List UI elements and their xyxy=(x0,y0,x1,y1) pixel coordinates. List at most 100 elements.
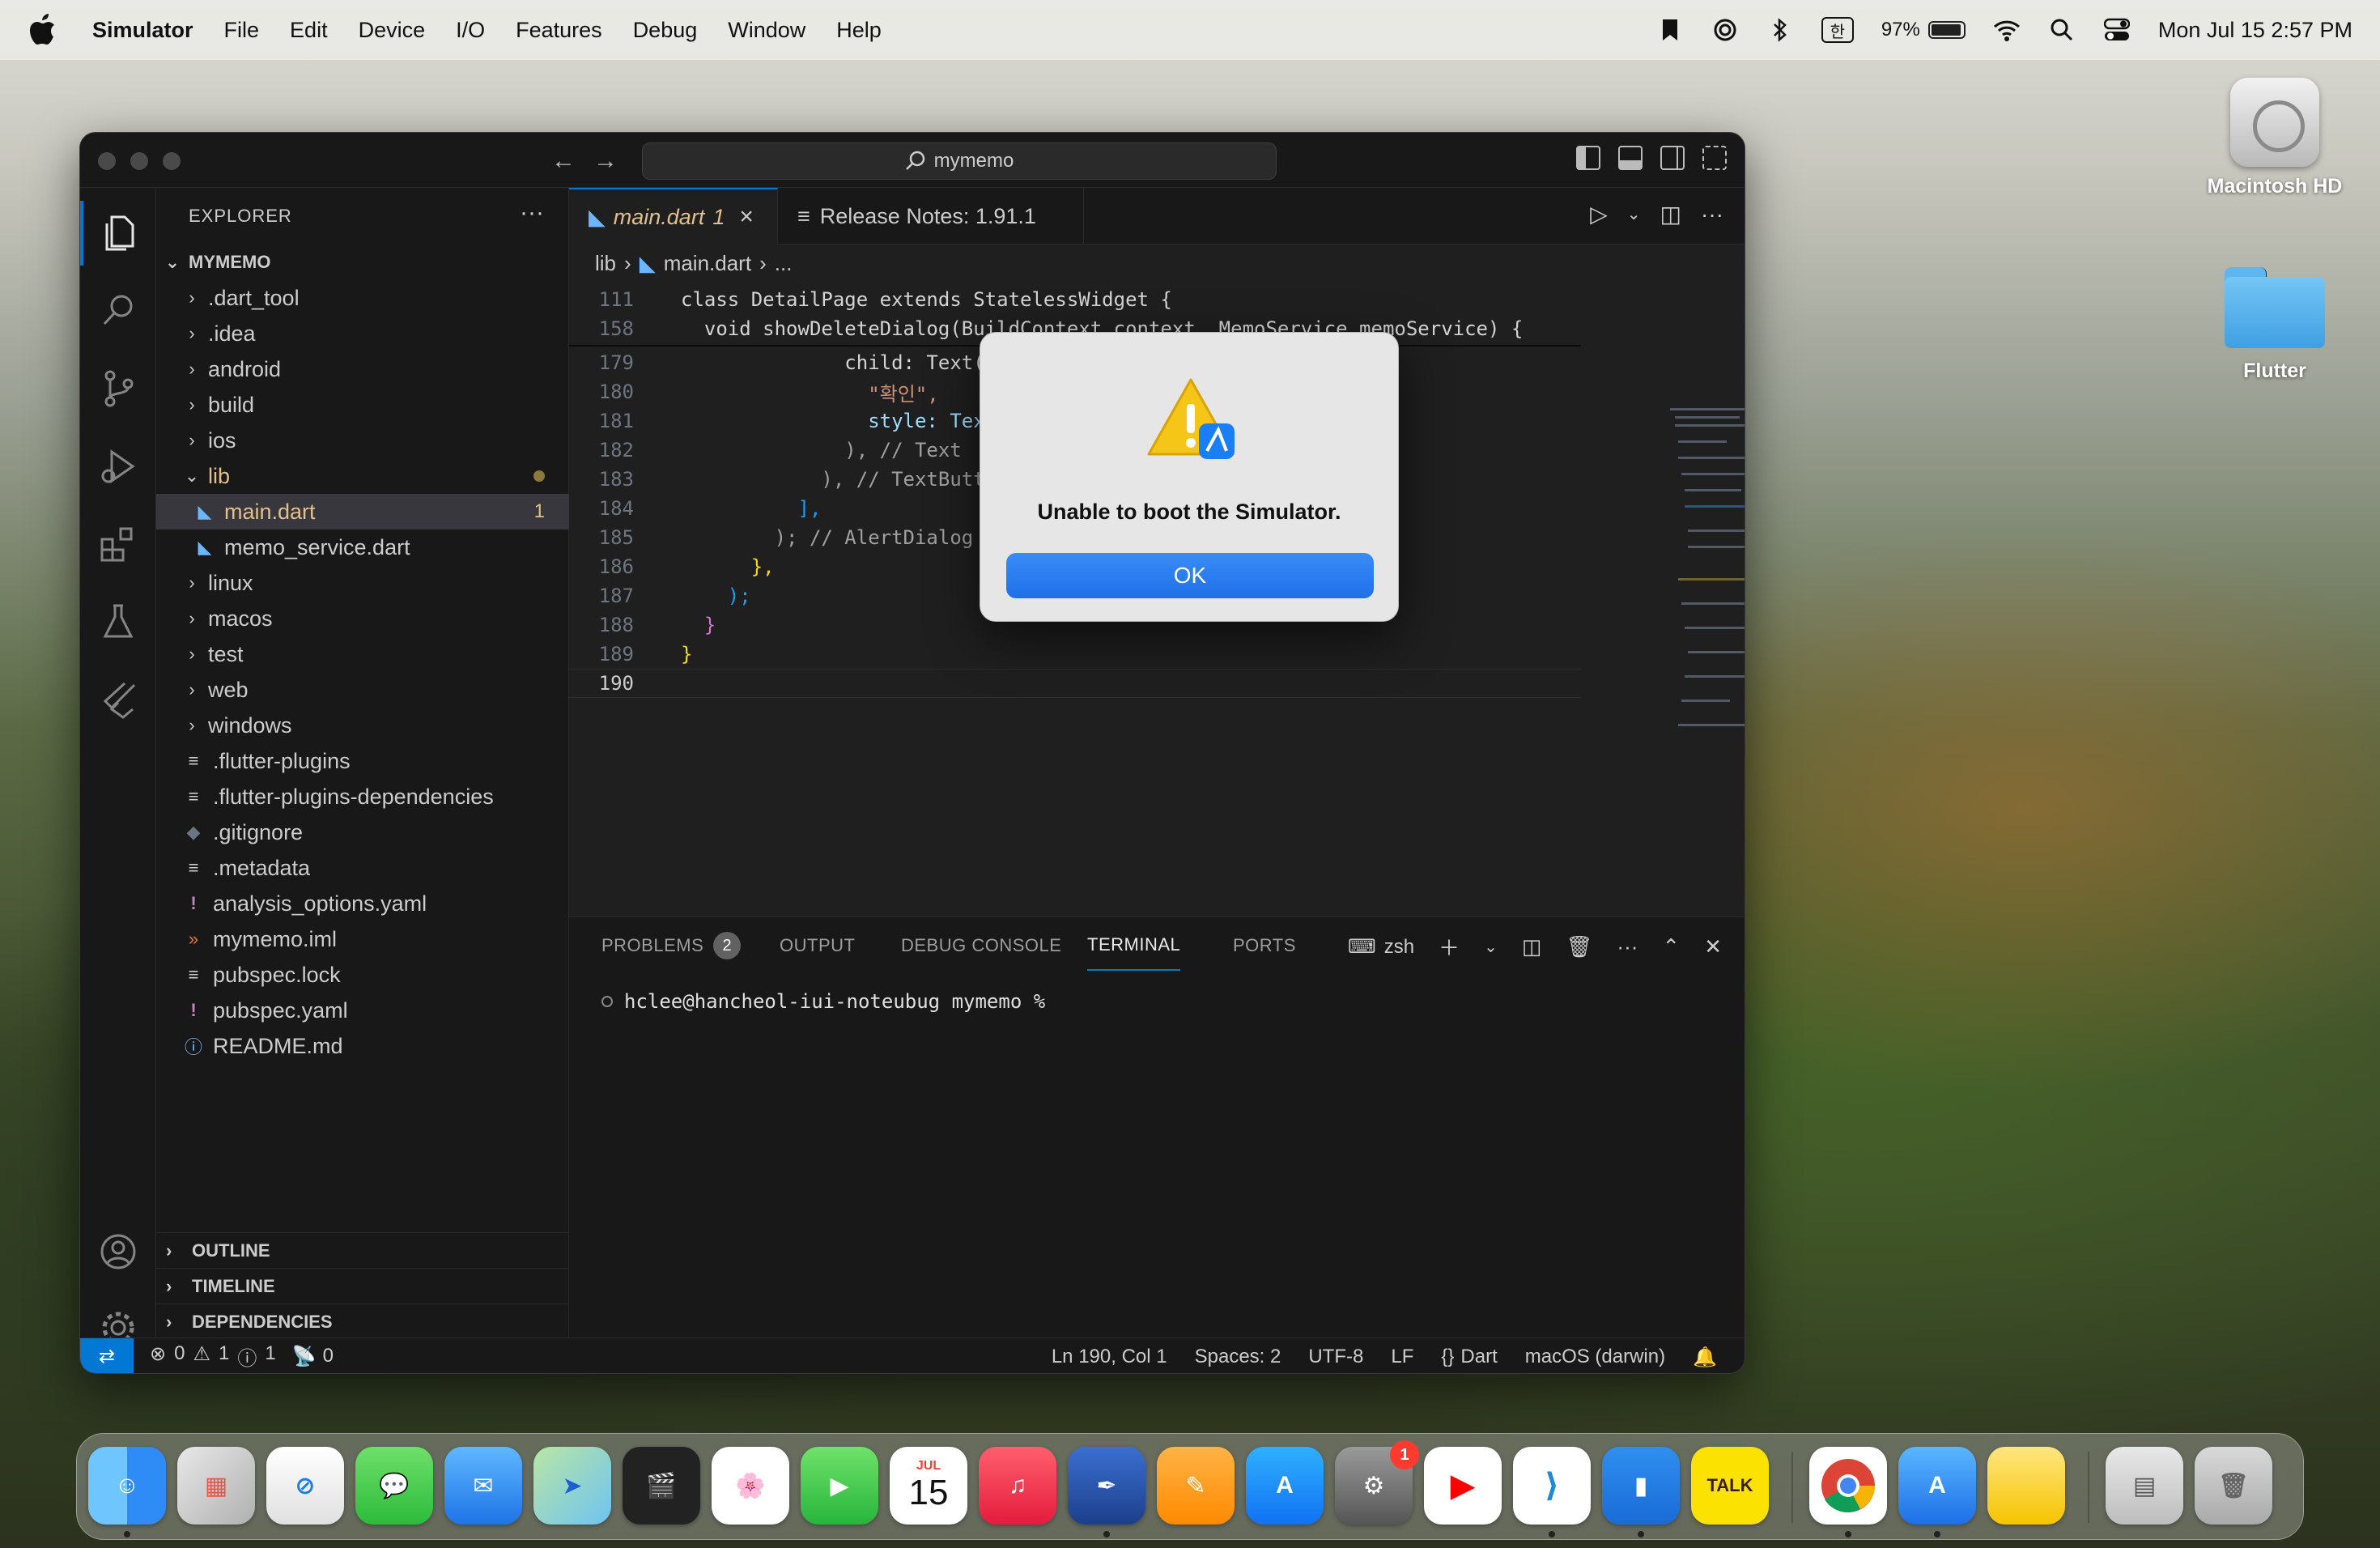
dock-safari-icon[interactable]: ⊘ xyxy=(266,1447,344,1525)
close-panel-icon[interactable]: ✕ xyxy=(1704,934,1722,959)
control-center-icon[interactable] xyxy=(2103,16,2131,44)
battery-indicator[interactable]: 97% xyxy=(1881,19,1966,41)
menu-file[interactable]: File xyxy=(224,18,260,43)
window-minimize-button[interactable] xyxy=(130,152,148,170)
dock-maps-icon[interactable]: ➤ xyxy=(533,1447,611,1525)
end-of-line[interactable]: LF xyxy=(1391,1346,1413,1368)
dock-facetime-icon[interactable]: ▶ xyxy=(801,1447,878,1525)
forward-arrow-icon[interactable]: → xyxy=(592,147,619,175)
dock-chrome-icon[interactable] xyxy=(1809,1447,1887,1525)
tree-item-main-dart[interactable]: ◣ main.dart 1 xyxy=(156,494,569,529)
toggle-secondary-sidebar-icon[interactable] xyxy=(1660,146,1685,170)
window-zoom-button[interactable] xyxy=(163,152,181,170)
menu-features[interactable]: Features xyxy=(516,18,602,43)
dock-youtube-icon[interactable]: ▶ xyxy=(1424,1447,1502,1525)
source-control-icon[interactable] xyxy=(80,356,156,421)
breadcrumb-folder[interactable]: lib xyxy=(595,251,616,276)
dock-music-icon[interactable]: ♫ xyxy=(979,1447,1056,1525)
encoding[interactable]: UTF-8 xyxy=(1308,1346,1363,1368)
panel-tab-problems[interactable]: PROBLEMS 2 xyxy=(601,917,742,974)
dock-kakaotalk-icon[interactable]: TALK xyxy=(1691,1447,1769,1525)
wifi-icon[interactable] xyxy=(1993,16,2021,44)
apple-menu-icon[interactable] xyxy=(29,12,65,48)
cursor-position[interactable]: Ln 190, Col 1 xyxy=(1052,1346,1167,1368)
tree-item-test[interactable]: › test xyxy=(156,636,569,672)
section-timeline[interactable]: › TIMELINE xyxy=(156,1268,569,1303)
tree-item-analysis-options-yaml[interactable]: ! analysis_options.yaml xyxy=(156,886,569,921)
bluetooth-icon[interactable] xyxy=(1766,16,1794,44)
testing-flask-icon[interactable] xyxy=(80,589,156,654)
menu-window[interactable]: Window xyxy=(728,18,805,43)
run-debug-icon[interactable] xyxy=(80,434,156,499)
menu-edit[interactable]: Edit xyxy=(290,18,328,43)
tree-item-metadata[interactable]: ≡ .metadata xyxy=(156,850,569,886)
menu-app-name[interactable]: Simulator xyxy=(92,18,193,43)
dock-vscode-icon[interactable]: ⟩ xyxy=(1513,1447,1591,1525)
menu-help[interactable]: Help xyxy=(836,18,882,43)
dock-messages-icon[interactable]: 💬 xyxy=(355,1447,433,1525)
sticky-line[interactable]: 111 class DetailPage extends StatelessWi… xyxy=(569,285,1581,314)
panel-tab-output[interactable]: OUTPUT xyxy=(780,917,855,974)
tree-item-android[interactable]: › android xyxy=(156,351,569,387)
command-center-search[interactable]: mymemo xyxy=(642,142,1277,180)
tree-item-flutter-plugins[interactable]: ≡ .flutter-plugins xyxy=(156,743,569,779)
terminal-shell-selector[interactable]: ⌨ zsh xyxy=(1348,935,1414,959)
panel-tab-terminal[interactable]: TERMINAL xyxy=(1087,921,1181,971)
chevron-down-icon[interactable]: ⌄ xyxy=(1484,937,1498,957)
dock-mail-icon[interactable]: ✉ xyxy=(444,1447,522,1525)
input-source-icon[interactable]: 한 xyxy=(1821,17,1854,43)
search-icon[interactable] xyxy=(80,279,156,343)
ok-button[interactable]: OK xyxy=(1006,553,1374,598)
dock-final-cut-icon[interactable]: 🎬 xyxy=(623,1447,700,1525)
tree-item-pubspec-yaml[interactable]: ! pubspec.yaml xyxy=(156,993,569,1028)
toggle-primary-sidebar-icon[interactable] xyxy=(1576,146,1600,170)
dock-pages-icon[interactable]: ✎ xyxy=(1157,1447,1235,1525)
section-outline[interactable]: › OUTLINE xyxy=(156,1232,569,1268)
dock-app-store-icon[interactable]: A xyxy=(1246,1447,1324,1525)
dock-notes-icon[interactable] xyxy=(1987,1447,2065,1525)
tree-item-build[interactable]: › build xyxy=(156,387,569,423)
tree-item-linux[interactable]: › linux xyxy=(156,565,569,601)
more-actions-icon[interactable]: ··· xyxy=(1701,202,1723,228)
notifications-bell-icon[interactable]: 🔔 xyxy=(1693,1346,1717,1369)
panel-tab-debug-console[interactable]: DEBUG CONSOLE xyxy=(901,917,1061,974)
tree-item-windows[interactable]: › windows xyxy=(156,708,569,743)
dock-finder-icon[interactable]: ☺ xyxy=(88,1447,166,1525)
tree-item-lib[interactable]: ⌄ lib xyxy=(156,458,569,494)
tree-item-ios[interactable]: › ios xyxy=(156,423,569,458)
customize-layout-icon[interactable] xyxy=(1702,146,1727,170)
airdrop-icon[interactable] xyxy=(1711,16,1739,44)
remote-indicator-icon[interactable]: ⇄ xyxy=(80,1337,134,1373)
menubar-clock[interactable]: Mon Jul 15 2:57 PM xyxy=(2158,18,2352,43)
dock-vectornator-icon[interactable]: ✒ xyxy=(1068,1447,1145,1525)
tree-item-dart-tool[interactable]: › .dart_tool xyxy=(156,280,569,316)
menu-device[interactable]: Device xyxy=(359,18,426,43)
split-terminal-icon[interactable]: ◫ xyxy=(1522,934,1542,959)
explorer-icon[interactable] xyxy=(80,201,156,266)
window-close-button[interactable] xyxy=(98,152,116,170)
accounts-icon[interactable] xyxy=(80,1219,156,1284)
chevron-down-icon[interactable]: ⌄ xyxy=(1627,204,1641,224)
dock-documents-stack-icon[interactable]: ▤ xyxy=(2106,1447,2183,1525)
tree-item-mymemo-iml[interactable]: » mymemo.iml xyxy=(156,921,569,957)
close-tab-icon[interactable]: × xyxy=(739,203,754,231)
dock-calendar-icon[interactable]: JUL 15 xyxy=(890,1447,967,1525)
run-icon[interactable]: ▷ xyxy=(1590,201,1608,228)
problems-status[interactable]: ⊗ 0 ⚠ 1 ⓘ 1 xyxy=(150,1342,276,1371)
tab-release-notes[interactable]: ≡ Release Notes: 1.91.1 xyxy=(778,188,1084,245)
tree-item-flutter-plugins-dependencies[interactable]: ≡ .flutter-plugins-dependencies xyxy=(156,779,569,814)
tree-item-pubspec-lock[interactable]: ≡ pubspec.lock xyxy=(156,957,569,993)
trash-icon[interactable]: 🗑 xyxy=(1566,934,1592,959)
breadcrumb-file[interactable]: main.dart xyxy=(664,251,751,276)
code-line-current[interactable]: 190 xyxy=(569,669,1581,698)
section-dependencies[interactable]: › DEPENDENCIES xyxy=(156,1303,569,1339)
platform-selector[interactable]: macOS (darwin) xyxy=(1525,1346,1665,1368)
minimap[interactable] xyxy=(1670,408,1745,991)
tree-item-memo-service-dart[interactable]: ◣ memo_service.dart xyxy=(156,529,569,565)
flutter-icon[interactable] xyxy=(80,667,156,732)
tab-main-dart[interactable]: ◣ main.dart 1 × xyxy=(569,188,778,245)
dock-simulator-icon[interactable]: A xyxy=(1898,1447,1976,1525)
breadcrumb-more[interactable]: ... xyxy=(775,251,793,276)
tree-item-gitignore[interactable]: ◆ .gitignore xyxy=(156,814,569,850)
menu-io[interactable]: I/O xyxy=(456,18,485,43)
